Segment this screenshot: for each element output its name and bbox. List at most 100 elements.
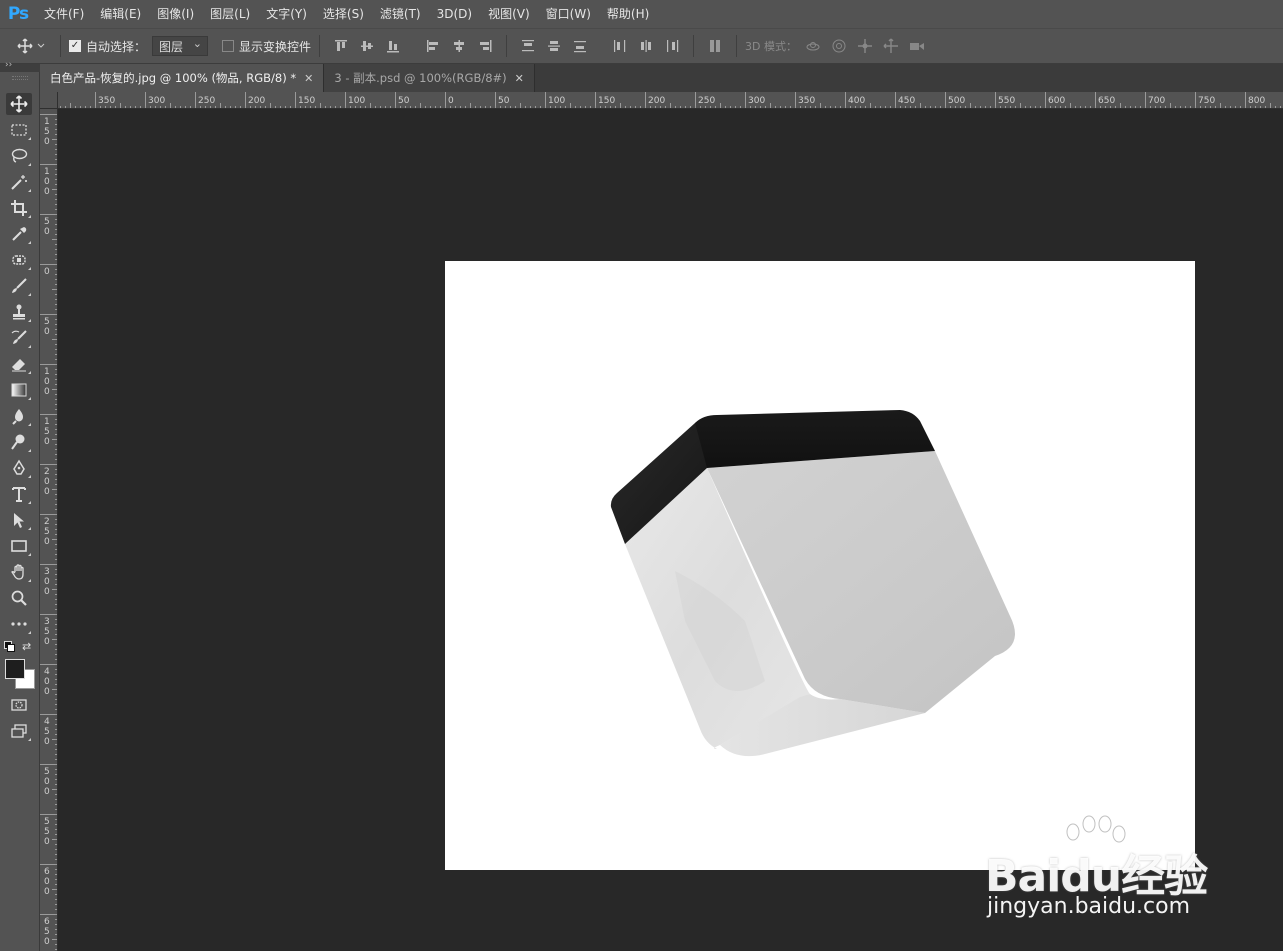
tab-document-inactive[interactable]: 3 - 副本.psd @ 100%(RGB/8#) ✕ bbox=[324, 64, 535, 92]
document-canvas[interactable] bbox=[445, 261, 1195, 870]
distribute-vertical-center-icon[interactable] bbox=[546, 38, 562, 54]
close-icon[interactable]: ✕ bbox=[515, 72, 524, 85]
healing-brush-tool[interactable] bbox=[6, 249, 32, 271]
menu-view[interactable]: 视图(V) bbox=[480, 0, 538, 28]
align-horizontal-center-icon[interactable] bbox=[451, 38, 467, 54]
auto-select-checkbox[interactable] bbox=[69, 40, 81, 52]
pen-tool[interactable] bbox=[6, 457, 32, 479]
align-top-icon[interactable] bbox=[333, 38, 349, 54]
marquee-tool[interactable] bbox=[6, 119, 32, 141]
photoshop-logo: Ps bbox=[7, 4, 29, 24]
ruler-label: 5 bbox=[44, 827, 50, 837]
ruler-label: 3 bbox=[44, 567, 50, 577]
show-transform-checkbox[interactable] bbox=[222, 40, 235, 52]
align-bottom-icon[interactable] bbox=[385, 38, 401, 54]
distribute-left-icon[interactable] bbox=[612, 38, 628, 54]
clone-stamp-tool[interactable] bbox=[6, 301, 32, 323]
align-right-icon[interactable] bbox=[477, 38, 493, 54]
marquee-icon bbox=[11, 124, 27, 136]
quick-mask-button[interactable] bbox=[6, 694, 32, 716]
menu-layer[interactable]: 图层(L) bbox=[202, 0, 258, 28]
slide-3d-icon[interactable] bbox=[883, 38, 899, 54]
dodge-icon bbox=[11, 434, 25, 450]
ruler-label: 750 bbox=[1198, 96, 1215, 106]
eraser-tool[interactable] bbox=[6, 353, 32, 375]
panel-grip[interactable] bbox=[12, 76, 28, 80]
foreground-color-swatch[interactable] bbox=[5, 659, 25, 679]
roll-3d-icon[interactable] bbox=[831, 38, 847, 54]
document-tabs: 白色产品-恢复的.jpg @ 100% (物品, RGB/8) * ✕ 3 - … bbox=[40, 64, 1283, 92]
ruler-label: 5 bbox=[44, 767, 50, 777]
horizontal-ruler[interactable]: 350 300 250 200 150 100 50 0 50 100 150 200 250 300 35… bbox=[58, 92, 1283, 109]
gradient-tool[interactable] bbox=[6, 379, 32, 401]
dodge-tool[interactable] bbox=[6, 431, 32, 453]
screen-mode-button[interactable] bbox=[6, 720, 32, 742]
close-icon[interactable]: ✕ bbox=[304, 72, 313, 85]
align-left-icon[interactable] bbox=[425, 38, 441, 54]
distribute-bottom-icon[interactable] bbox=[572, 38, 588, 54]
menu-type[interactable]: 文字(Y) bbox=[258, 0, 315, 28]
ruler-label: 0 bbox=[44, 227, 50, 237]
menu-window[interactable]: 窗口(W) bbox=[538, 0, 599, 28]
move-icon bbox=[10, 95, 28, 113]
ruler-label: 2 bbox=[44, 467, 50, 477]
orbit-3d-icon[interactable] bbox=[805, 38, 821, 54]
blur-tool[interactable] bbox=[6, 405, 32, 427]
vertical-ruler[interactable]: 1501005005010015020025030035040045050055… bbox=[40, 109, 58, 951]
hand-tool[interactable] bbox=[6, 561, 32, 583]
ruler-label: 800 bbox=[1248, 96, 1265, 106]
ruler-label: 150 bbox=[298, 96, 315, 106]
menu-filter[interactable]: 滤镜(T) bbox=[372, 0, 429, 28]
menu-file[interactable]: 文件(F) bbox=[36, 0, 92, 28]
drag-3d-icon[interactable] bbox=[857, 38, 873, 54]
align-vertical-center-icon[interactable] bbox=[359, 38, 375, 54]
zoom-tool[interactable] bbox=[6, 587, 32, 609]
brush-tool[interactable] bbox=[6, 275, 32, 297]
tools-panel: ⇄ bbox=[0, 72, 40, 951]
crop-tool[interactable] bbox=[6, 197, 32, 219]
distribute-horizontal-center-icon[interactable] bbox=[638, 38, 654, 54]
menu-select[interactable]: 选择(S) bbox=[315, 0, 372, 28]
zoom-icon bbox=[11, 590, 27, 606]
menu-image[interactable]: 图像(I) bbox=[149, 0, 202, 28]
history-brush-icon bbox=[11, 330, 27, 344]
ruler-label: 5 bbox=[44, 127, 50, 137]
expand-arrows-icon[interactable]: ›› bbox=[5, 60, 12, 70]
tab-document-active[interactable]: 白色产品-恢复的.jpg @ 100% (物品, RGB/8) * ✕ bbox=[40, 64, 325, 92]
ruler-label: 300 bbox=[748, 96, 765, 106]
ruler-origin[interactable] bbox=[40, 92, 58, 109]
default-colors-icon[interactable] bbox=[4, 641, 15, 652]
ruler-label: 550 bbox=[998, 96, 1015, 106]
auto-select-label: 自动选择： bbox=[86, 39, 147, 54]
ruler-label: 5 bbox=[44, 817, 50, 827]
ruler-label: 0 bbox=[44, 637, 50, 647]
history-brush-tool[interactable] bbox=[6, 327, 32, 349]
ruler-label: 0 bbox=[44, 477, 50, 487]
path-selection-tool[interactable] bbox=[6, 509, 32, 531]
auto-select-target-dropdown[interactable]: 图层 bbox=[152, 36, 209, 56]
type-tool[interactable] bbox=[6, 483, 32, 505]
menu-edit[interactable]: 编辑(E) bbox=[92, 0, 149, 28]
menu-3d[interactable]: 3D(D) bbox=[429, 0, 480, 28]
swap-colors-icon[interactable]: ⇄ bbox=[22, 640, 31, 653]
lasso-tool[interactable] bbox=[6, 145, 32, 167]
ruler-label: 0 bbox=[44, 937, 50, 947]
screen-mode-icon bbox=[11, 724, 27, 738]
ruler-label: 0 bbox=[44, 577, 50, 587]
rectangle-tool[interactable] bbox=[6, 535, 32, 557]
distribute-right-icon[interactable] bbox=[664, 38, 680, 54]
menu-help[interactable]: 帮助(H) bbox=[599, 0, 657, 28]
eyedropper-tool[interactable] bbox=[6, 223, 32, 245]
watermark-url: jingyan.baidu.com bbox=[987, 894, 1191, 919]
move-tool-preset-icon[interactable] bbox=[17, 38, 47, 54]
ruler-label: 0 bbox=[44, 837, 50, 847]
ruler-label: 4 bbox=[44, 667, 50, 677]
camera-3d-icon[interactable] bbox=[909, 38, 925, 54]
distribute-top-icon[interactable] bbox=[520, 38, 536, 54]
auto-align-layers-icon[interactable] bbox=[707, 38, 723, 54]
magic-wand-tool[interactable] bbox=[6, 171, 32, 193]
panel-collapse-strip[interactable]: ›› bbox=[0, 60, 40, 72]
move-tool[interactable] bbox=[6, 93, 32, 115]
more-tools[interactable] bbox=[6, 613, 32, 635]
vertical-ruler-ticks: 1501005005010015020025030035040045050055… bbox=[40, 114, 57, 950]
